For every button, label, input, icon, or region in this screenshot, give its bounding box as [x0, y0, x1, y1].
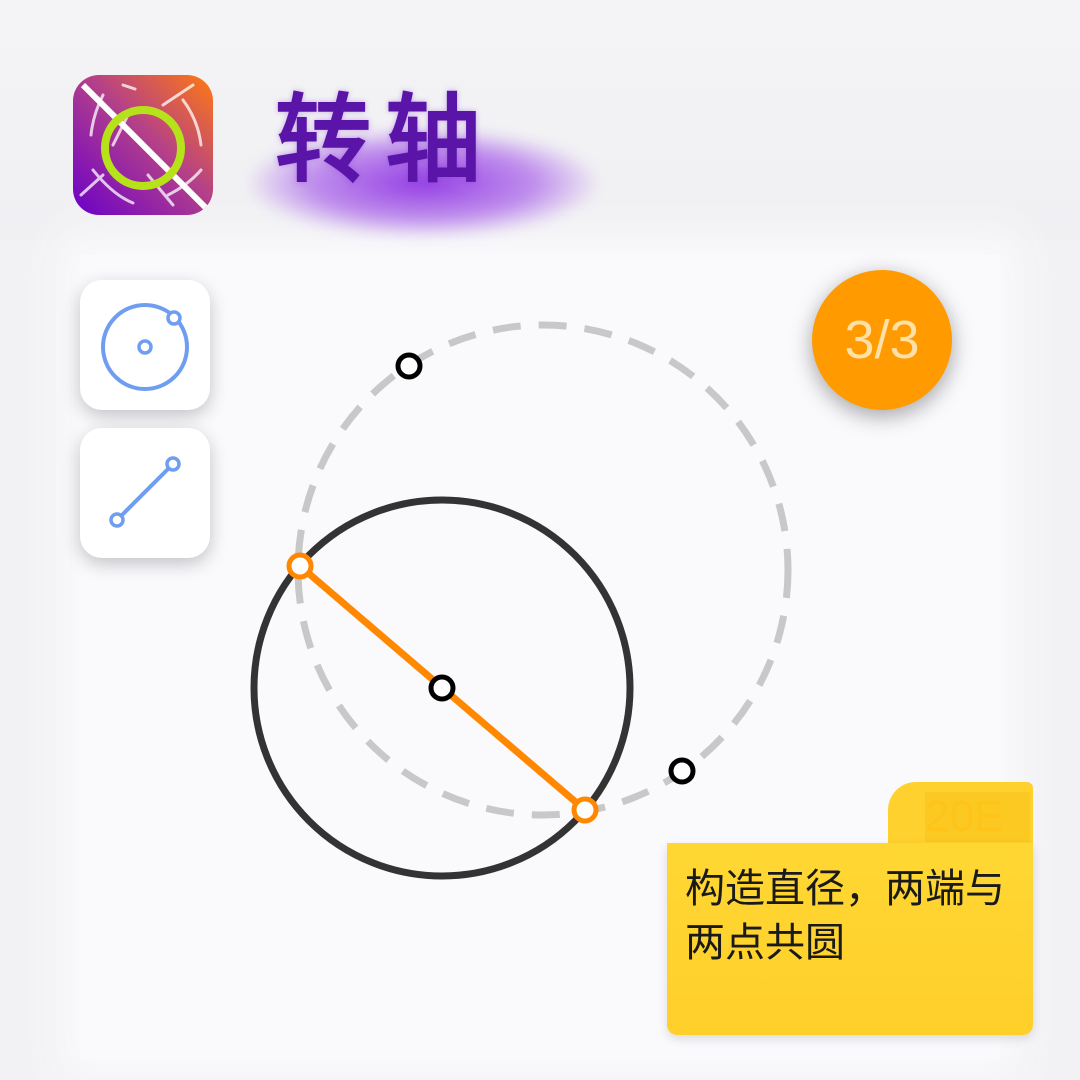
hint-text: 构造直径，两端与两点共圆 [685, 866, 1005, 966]
diameter-endpoint-lower[interactable] [571, 796, 599, 824]
diameter-endpoint-upper[interactable] [286, 552, 314, 580]
given-point-top[interactable] [395, 352, 423, 380]
given-point-right[interactable] [668, 757, 696, 785]
hint-code: 20E [925, 792, 1030, 842]
dashed-target-circle [294, 321, 792, 819]
center-point[interactable] [428, 674, 456, 702]
